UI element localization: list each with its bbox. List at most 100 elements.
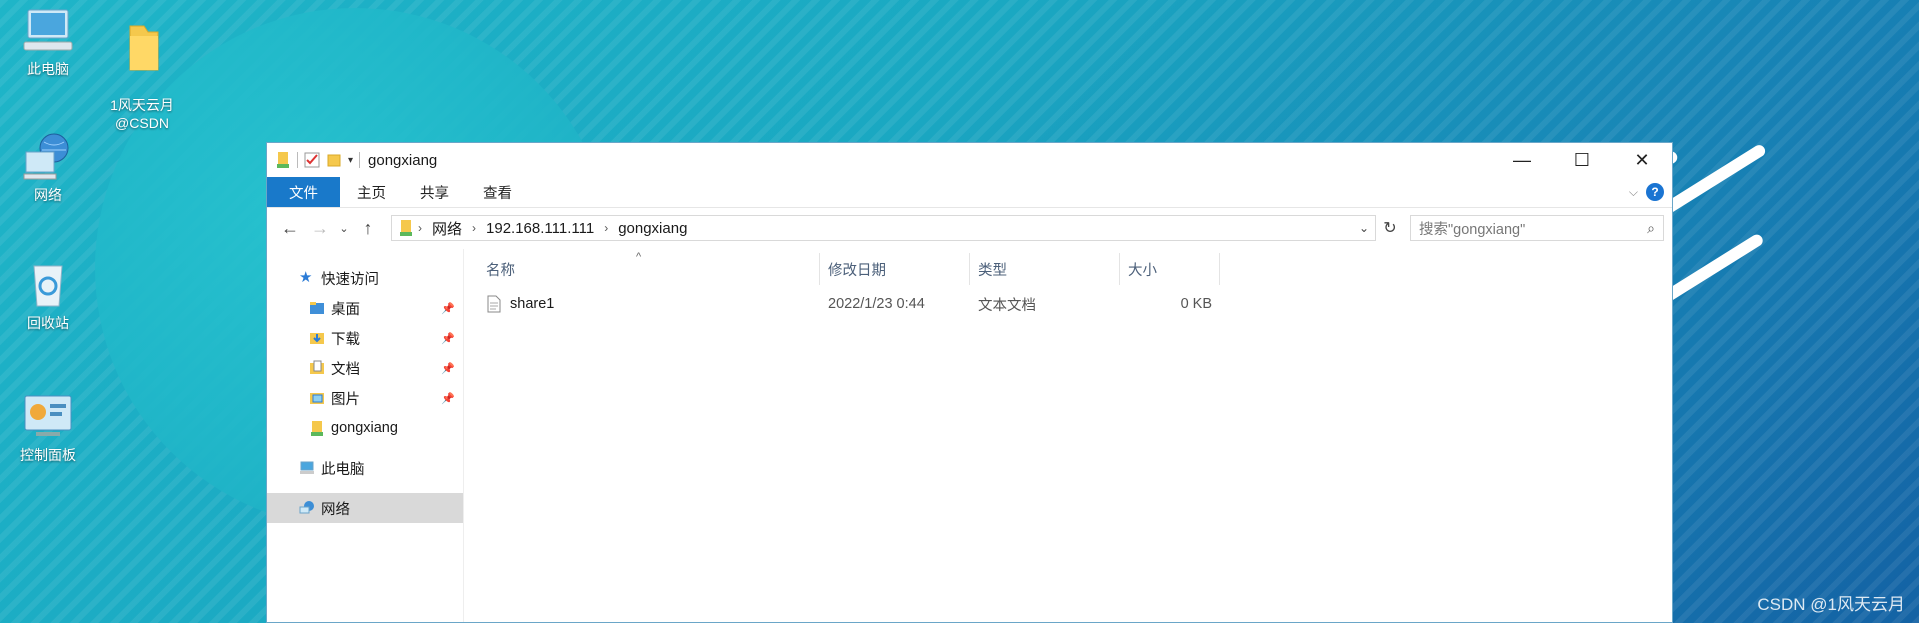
tab-home[interactable]: 主页 (340, 177, 403, 207)
refresh-button[interactable]: ↻ (1376, 218, 1404, 238)
column-header-type[interactable]: 类型 (970, 253, 1120, 285)
navigation-bar: ← → ⌄ ↑ › 网络 › 192.168.111.111 › gongxia… (267, 207, 1672, 248)
nav-item-label: 下载 (331, 331, 360, 348)
nav-item-label: 此电脑 (321, 461, 365, 478)
network-folder-icon (277, 152, 289, 168)
pin-icon[interactable]: 📌 (441, 392, 455, 405)
window-title: gongxiang (368, 151, 438, 169)
documents-folder-icon (310, 360, 324, 374)
pin-icon[interactable]: 📌 (441, 332, 455, 345)
address-bar[interactable]: › 网络 › 192.168.111.111 › gongxiang ⌄ (391, 215, 1376, 241)
back-button[interactable]: ← (275, 218, 305, 239)
file-list: ^ 名称 修改日期 类型 大小 share1 2022/1/23 0:44 文本… (464, 249, 1672, 622)
quick-access-toolbar: ▾ (267, 151, 361, 169)
nav-item-gongxiang[interactable]: gongxiang (267, 413, 463, 443)
nav-item-label: 文档 (331, 361, 360, 378)
nav-item-label: 图片 (331, 391, 360, 408)
desktop-icon-label: 网络 (34, 187, 62, 203)
title-bar: ▾ gongxiang — ☐ ✕ (267, 143, 1672, 177)
pin-icon[interactable]: 📌 (441, 362, 455, 375)
nav-quick-access[interactable]: ★ 快速访问 (267, 263, 463, 293)
column-header-modified[interactable]: 修改日期 (820, 253, 970, 285)
breadcrumb-host[interactable]: 192.168.111.111 (486, 220, 594, 237)
star-icon: ★ (299, 269, 313, 286)
new-folder-icon[interactable] (326, 152, 342, 168)
nav-item-label: gongxiang (331, 420, 398, 436)
forward-button[interactable]: → (305, 218, 335, 239)
up-button[interactable]: ↑ (353, 218, 383, 239)
breadcrumb-network[interactable]: 网络 (432, 218, 462, 239)
this-pc-icon (300, 461, 314, 474)
desktop-icon-this-pc[interactable]: 此电脑 (0, 4, 96, 78)
network-folder-icon (311, 421, 323, 436)
file-name: share1 (510, 296, 555, 312)
close-button[interactable]: ✕ (1612, 143, 1672, 177)
search-placeholder: 搜索"gongxiang" (1419, 221, 1526, 238)
wallpaper-stripe (1656, 232, 1765, 307)
ribbon-tabs: 文件 主页 共享 查看 ⌵ ? (267, 177, 1672, 207)
breadcrumb-share[interactable]: gongxiang (618, 220, 687, 237)
recent-locations-icon[interactable]: ⌄ (335, 222, 353, 235)
ribbon-right: ⌵ ? (1629, 183, 1664, 201)
expand-ribbon-icon[interactable]: ⌵ (1629, 185, 1638, 200)
nav-item-documents[interactable]: 文档 📌 (267, 353, 463, 383)
desktop-icon-control-panel[interactable]: 控制面板 (0, 390, 96, 464)
this-pc-icon (23, 9, 73, 51)
column-headers: ^ 名称 修改日期 类型 大小 (464, 249, 1672, 289)
properties-icon[interactable] (304, 152, 320, 168)
explorer-body: ★ 快速访问 桌面 📌 下载 📌 文档 📌 图片 📌 gongxiang 此电脑… (267, 249, 1672, 622)
tab-file[interactable]: 文件 (267, 177, 340, 207)
column-header-name[interactable]: 名称 (478, 253, 820, 285)
nav-item-label: 网络 (321, 501, 350, 518)
desktop-icon-label: 1风天云月 @CSDN (110, 97, 174, 131)
file-type: 文本文档 (978, 297, 1036, 314)
network-icon (299, 501, 314, 514)
chevron-down-icon[interactable]: ⌄ (1359, 221, 1369, 235)
nav-network[interactable]: 网络 (267, 493, 463, 523)
text-file-icon (487, 295, 501, 313)
control-panel-icon (24, 395, 72, 436)
table-row[interactable]: share1 2022/1/23 0:44 文本文档 0 KB (464, 289, 1672, 319)
network-folder-icon (400, 220, 412, 236)
nav-item-label: 桌面 (331, 301, 360, 318)
desktop-icon-recycle-bin[interactable]: 回收站 (0, 258, 96, 332)
window-controls: — ☐ ✕ (1492, 143, 1672, 177)
nav-item-desktop[interactable]: 桌面 📌 (267, 293, 463, 323)
chevron-right-icon[interactable]: › (472, 221, 476, 235)
network-icon (23, 133, 69, 180)
minimize-button[interactable]: — (1492, 143, 1552, 177)
desktop-icon-network[interactable]: 网络 (0, 130, 96, 204)
search-icon: ⌕ (1647, 219, 1655, 236)
help-icon[interactable]: ? (1646, 183, 1664, 201)
folder-icon (129, 25, 159, 71)
maximize-button[interactable]: ☐ (1552, 143, 1612, 177)
desktop-icon-label: 此电脑 (27, 61, 69, 77)
desktop-icon-folder[interactable]: 1风天云月 @CSDN (94, 4, 190, 132)
watermark: CSDN @1风天云月 (1757, 595, 1905, 614)
customize-toolbar-icon[interactable]: ▾ (348, 155, 353, 166)
column-header-size[interactable]: 大小 (1120, 253, 1220, 285)
nav-this-pc[interactable]: 此电脑 (267, 453, 463, 483)
desktop-icon-label: 控制面板 (20, 447, 76, 463)
recycle-bin-icon (33, 265, 63, 307)
file-modified: 2022/1/23 0:44 (828, 296, 925, 312)
tab-share[interactable]: 共享 (403, 177, 466, 207)
chevron-right-icon[interactable]: › (418, 221, 422, 235)
tab-view[interactable]: 查看 (466, 177, 529, 207)
search-input[interactable]: 搜索"gongxiang" ⌕ (1410, 215, 1664, 241)
separator (359, 152, 361, 168)
pictures-folder-icon (310, 393, 324, 404)
chevron-right-icon[interactable]: › (604, 221, 608, 235)
nav-item-pictures[interactable]: 图片 📌 (267, 383, 463, 413)
sort-ascending-icon: ^ (636, 251, 642, 263)
nav-item-downloads[interactable]: 下载 📌 (267, 323, 463, 353)
nav-item-label: 快速访问 (321, 271, 379, 288)
pin-icon[interactable]: 📌 (441, 302, 455, 315)
separator (297, 152, 298, 168)
file-size: 0 KB (1180, 296, 1212, 312)
explorer-window: ▾ gongxiang — ☐ ✕ 文件 主页 共享 查看 ⌵ ? ← → ⌄ … (266, 142, 1673, 623)
download-folder-icon (310, 333, 324, 344)
navigation-pane: ★ 快速访问 桌面 📌 下载 📌 文档 📌 图片 📌 gongxiang 此电脑… (267, 249, 464, 622)
desktop-folder-icon (310, 302, 324, 314)
desktop-icon-label: 回收站 (27, 315, 69, 331)
